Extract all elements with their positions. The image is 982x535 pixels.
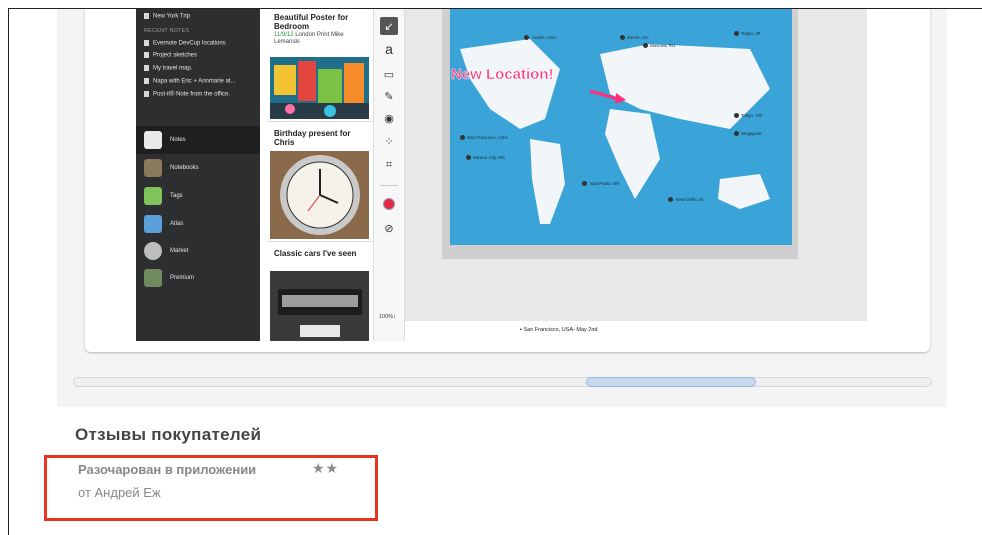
- callout-arrow-icon: [589, 89, 626, 104]
- note-icon: [144, 52, 149, 58]
- map-pin: [524, 35, 529, 40]
- recent-note: My travel map.: [144, 65, 192, 72]
- recent-note: Post-it® Note from the office.: [144, 91, 230, 98]
- poster-thumbnail: [270, 57, 369, 119]
- gallery-scrollbar-track[interactable]: [73, 377, 932, 387]
- new-location-callout: New Location!: [451, 66, 554, 84]
- sidebar-item-premium: Premium: [144, 268, 194, 288]
- sidebar-item-notes: Notes: [144, 130, 186, 150]
- note-icon: [144, 65, 149, 71]
- pixelate-tool-icon[interactable]: ⁘: [380, 132, 398, 150]
- recent-note-label: Post-it® Note from the office.: [153, 91, 231, 98]
- city-label: Singapore: [741, 131, 762, 136]
- recent-note-label: Napa with Eric + Annmarie at...: [153, 78, 236, 85]
- map-pin: [668, 197, 673, 202]
- continents: [460, 39, 770, 224]
- city-label: Sao Paulo, BR: [590, 181, 620, 186]
- sidebar-item-label: Notes: [170, 137, 186, 143]
- sidebar-item-label: Atlas: [170, 221, 184, 227]
- city-label: New Delhi, IN: [676, 197, 704, 202]
- city-label: Zürich, CH: [627, 35, 649, 40]
- sidebar-trip-note: New York Trip: [144, 13, 190, 20]
- sidebar-item-label: Notebooks: [170, 165, 199, 171]
- recent-notes-heading: RECENT NOTES: [144, 28, 190, 34]
- reviews-heading: Отзывы покупателей: [75, 425, 262, 444]
- recent-note: Project sketches: [144, 52, 197, 59]
- stroke-size-icon[interactable]: ⊘: [380, 219, 398, 237]
- text-tool-icon[interactable]: a: [380, 40, 398, 58]
- review-author: от Андрей Еж: [78, 485, 161, 500]
- arrow-tool-icon[interactable]: ↙: [380, 17, 398, 35]
- color-picker-icon[interactable]: [380, 195, 398, 213]
- map-pin: [582, 181, 587, 186]
- sidebar-item-label: Premium: [170, 275, 195, 281]
- annotation-toolbar: ↙ a ▭ ✎ ◉ ⁘ ⌗ ⊘ 100%↕: [374, 9, 405, 341]
- city-label: Moscow, RU: [650, 43, 676, 48]
- recent-note-label: Project sketches: [153, 52, 198, 59]
- market-icon: [144, 242, 162, 260]
- highlighter-tool-icon[interactable]: ◉: [380, 109, 398, 127]
- notes-icon: [144, 131, 162, 149]
- map-pin: [734, 31, 739, 36]
- note-icon: [144, 13, 149, 19]
- recent-note: Evernote DevCup locations: [144, 40, 226, 47]
- recent-note: Napa with Eric + Annmarie at...: [144, 78, 236, 85]
- sidebar-item-label: Market: [170, 248, 189, 254]
- sidebar-item-notebooks: Notebooks: [144, 158, 199, 178]
- atlas-icon: [144, 215, 162, 233]
- map-pin: [460, 135, 465, 140]
- map-pin: [620, 35, 625, 40]
- sidebar-item-atlas: Atlas: [144, 214, 183, 234]
- sidebar-item-label: Tags: [170, 193, 183, 199]
- city-label: Tokyo, TW: [741, 113, 763, 118]
- map-pin: [466, 155, 471, 160]
- note-date: 11/9/12: [274, 32, 294, 38]
- pen-tool-icon[interactable]: ✎: [380, 87, 398, 105]
- note-icon: [144, 40, 149, 46]
- sidebar-item-market: Market: [144, 241, 188, 261]
- city-label: Tokyo, JP: [741, 31, 761, 36]
- sidebar-item-tags: Tags: [144, 186, 183, 206]
- note-text-line: ▪ San Francisco, USA- May 2nd: [520, 327, 598, 333]
- world-map: Austin, USA Zürich, CH Moscow, RU Tokyo,…: [450, 9, 792, 245]
- note-title: Beautiful Poster for Bedroom: [274, 13, 349, 31]
- page-border-left: [8, 8, 9, 535]
- city-label: Mexico City, MX: [473, 155, 506, 160]
- note-icon: [144, 78, 149, 84]
- map-pin: [734, 131, 739, 136]
- gallery-scrollbar-thumb[interactable]: [586, 377, 756, 387]
- evernote-sidebar: New York Trip RECENT NOTES Evernote DevC…: [136, 9, 260, 341]
- premium-icon: [144, 269, 162, 287]
- note-text-strip: ▪ San Francisco, USA- May 2nd: [405, 321, 867, 341]
- recent-note-label: My travel map.: [153, 65, 193, 72]
- review-title[interactable]: Разочарован в приложении: [78, 462, 256, 477]
- note-text-value: San Francisco, USA- May 2nd: [523, 327, 598, 333]
- note-meta: 11/9/12 London Print Mike Lemanski: [274, 32, 370, 46]
- rectangle-tool-icon[interactable]: ▭: [380, 65, 398, 83]
- notes-list: Beautiful Poster for Bedroom 11/9/12 Lon…: [267, 9, 374, 341]
- sidebar-trip-label: New York Trip: [153, 13, 191, 20]
- note-title: Classic cars I've seen: [274, 249, 357, 258]
- map-pin: [734, 113, 739, 118]
- zoom-level[interactable]: 100%↕: [379, 314, 396, 320]
- watch-thumbnail: [270, 151, 369, 239]
- tag-icon: [144, 187, 162, 205]
- notebooks-icon: [144, 159, 162, 177]
- car-thumbnail: [270, 271, 369, 341]
- city-label: Austin, USA: [532, 35, 557, 40]
- crop-tool-icon[interactable]: ⌗: [380, 156, 398, 174]
- note-title: Birthday present for Chris: [274, 129, 351, 147]
- city-label: San Francisco, USA: [467, 135, 508, 140]
- note-icon: [144, 91, 149, 97]
- recent-note-label: Evernote DevCup locations: [153, 40, 226, 47]
- review-rating-stars: ★★: [312, 460, 340, 476]
- map-pin: [643, 43, 648, 48]
